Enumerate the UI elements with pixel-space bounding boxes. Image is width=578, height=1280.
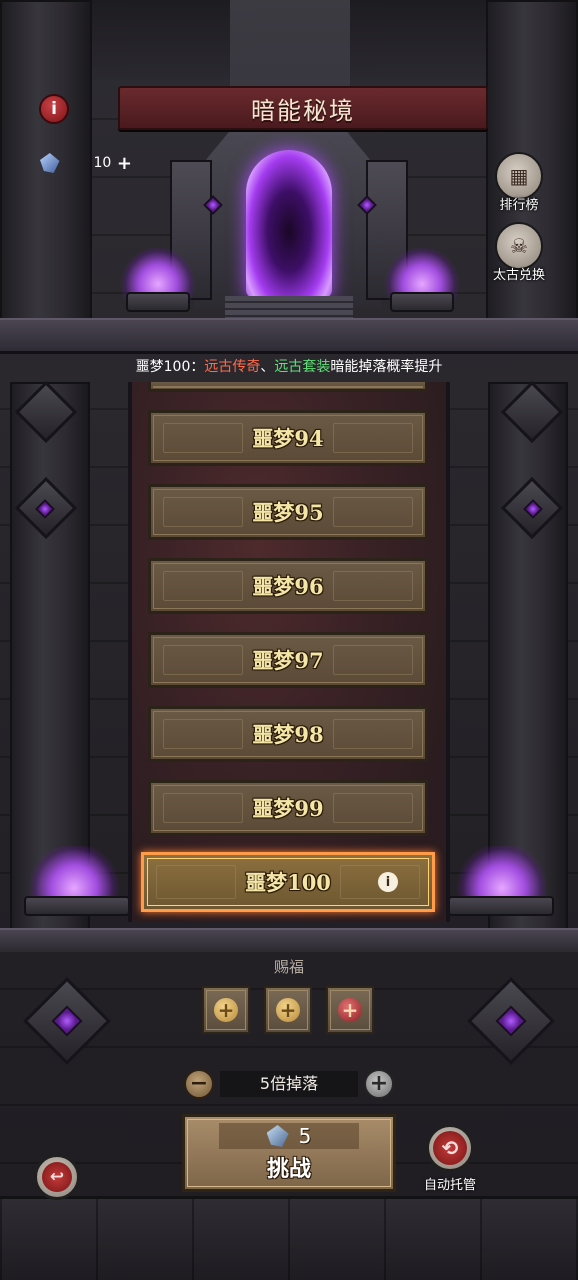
level-label: 噩梦99 [252, 796, 324, 821]
bottom-floor [0, 1196, 578, 1280]
level-label: 噩梦95 [252, 500, 324, 525]
ranking-label: 排行榜 [499, 198, 539, 213]
back-button[interactable]: ↩ [34, 1154, 80, 1200]
level-row-100-selected[interactable]: 噩梦100 i [141, 852, 435, 912]
portal [246, 150, 332, 298]
info-button[interactable]: i [39, 94, 69, 124]
challenge-cost-value: 5 [298, 1124, 312, 1148]
back-arrow-icon: ↩ [42, 1162, 72, 1192]
level-row-99[interactable]: 噩梦99 [148, 780, 428, 836]
notice-prefix: 噩梦100： [135, 359, 205, 375]
brazier-bottom-left [24, 896, 130, 916]
challenge-label: 挑战 [266, 1157, 311, 1182]
stone-ledge [0, 318, 578, 354]
drop-minus-button[interactable]: − [184, 1069, 214, 1099]
level-row-96[interactable]: 噩梦96 [148, 558, 428, 614]
level-label: 噩梦98 [252, 722, 324, 747]
blessing-slot-1[interactable]: + [202, 986, 250, 1034]
currency-counter: 10 + [40, 150, 132, 176]
level-row-partial [148, 382, 428, 392]
notice-item-legendary: 远古传奇 [204, 359, 261, 375]
challenge-cost: 5 [219, 1123, 359, 1149]
brazier-left [126, 292, 190, 312]
plus-potion-icon: + [338, 998, 362, 1022]
notice-suffix: 暗能掉落概率提升 [330, 359, 443, 375]
notice-item-set: 远古套装 [274, 359, 331, 375]
level-label: 噩梦100 [245, 870, 331, 895]
drop-plus-button[interactable]: + [364, 1069, 394, 1099]
title-banner: 暗能秘境 [118, 86, 488, 130]
level-info-icon[interactable]: i [378, 872, 398, 892]
blessing-title: 赐福 [273, 958, 304, 976]
plus-icon: + [214, 998, 238, 1022]
auto-cycle-icon: ⟲ [433, 1131, 467, 1165]
level-label: 噩梦94 [252, 426, 324, 451]
challenge-button[interactable]: 5 挑战 [182, 1114, 396, 1192]
level-row-98[interactable]: 噩梦98 [148, 706, 428, 762]
page-title: 暗能秘境 [251, 96, 355, 125]
floor-ledge [0, 928, 578, 952]
blessing-slot-3[interactable]: + [326, 986, 374, 1034]
drop-multiplier: − 5倍掉落 + [184, 1068, 394, 1100]
brazier-bottom-right [448, 896, 554, 916]
crystal-icon [266, 1125, 289, 1147]
auto-battle-label: 自动托管 [423, 1178, 476, 1193]
auto-battle-button[interactable]: ⟲ 自动托管 [414, 1124, 486, 1193]
brazier-right [390, 292, 454, 312]
crystal-icon [40, 153, 60, 173]
plus-icon: + [276, 998, 300, 1022]
ranking-button[interactable]: ▦ 排行榜 [486, 152, 552, 213]
level-row-97[interactable]: 噩梦97 [148, 632, 428, 688]
skull-icon: ☠ [495, 222, 543, 270]
notice-separator: 、 [260, 359, 275, 375]
add-currency-button[interactable]: + [117, 153, 132, 174]
drop-rate-notice: 噩梦100： 远古传奇 、 远古套装 暗能掉落概率提升 [0, 352, 578, 380]
level-row-94[interactable]: 噩梦94 [148, 410, 428, 466]
info-icon: i [51, 99, 57, 119]
ancient-exchange-button[interactable]: ☠ 太古兑换 [486, 222, 552, 283]
ranking-icon: ▦ [495, 152, 543, 200]
exchange-label: 太古兑换 [492, 268, 545, 283]
level-label: 噩梦96 [252, 574, 324, 599]
blessing-slot-2[interactable]: + [264, 986, 312, 1034]
level-label: 噩梦97 [252, 648, 324, 673]
currency-value: 10 [93, 155, 112, 171]
drop-multiplier-label: 5倍掉落 [220, 1071, 358, 1097]
level-row-95[interactable]: 噩梦95 [148, 484, 428, 540]
